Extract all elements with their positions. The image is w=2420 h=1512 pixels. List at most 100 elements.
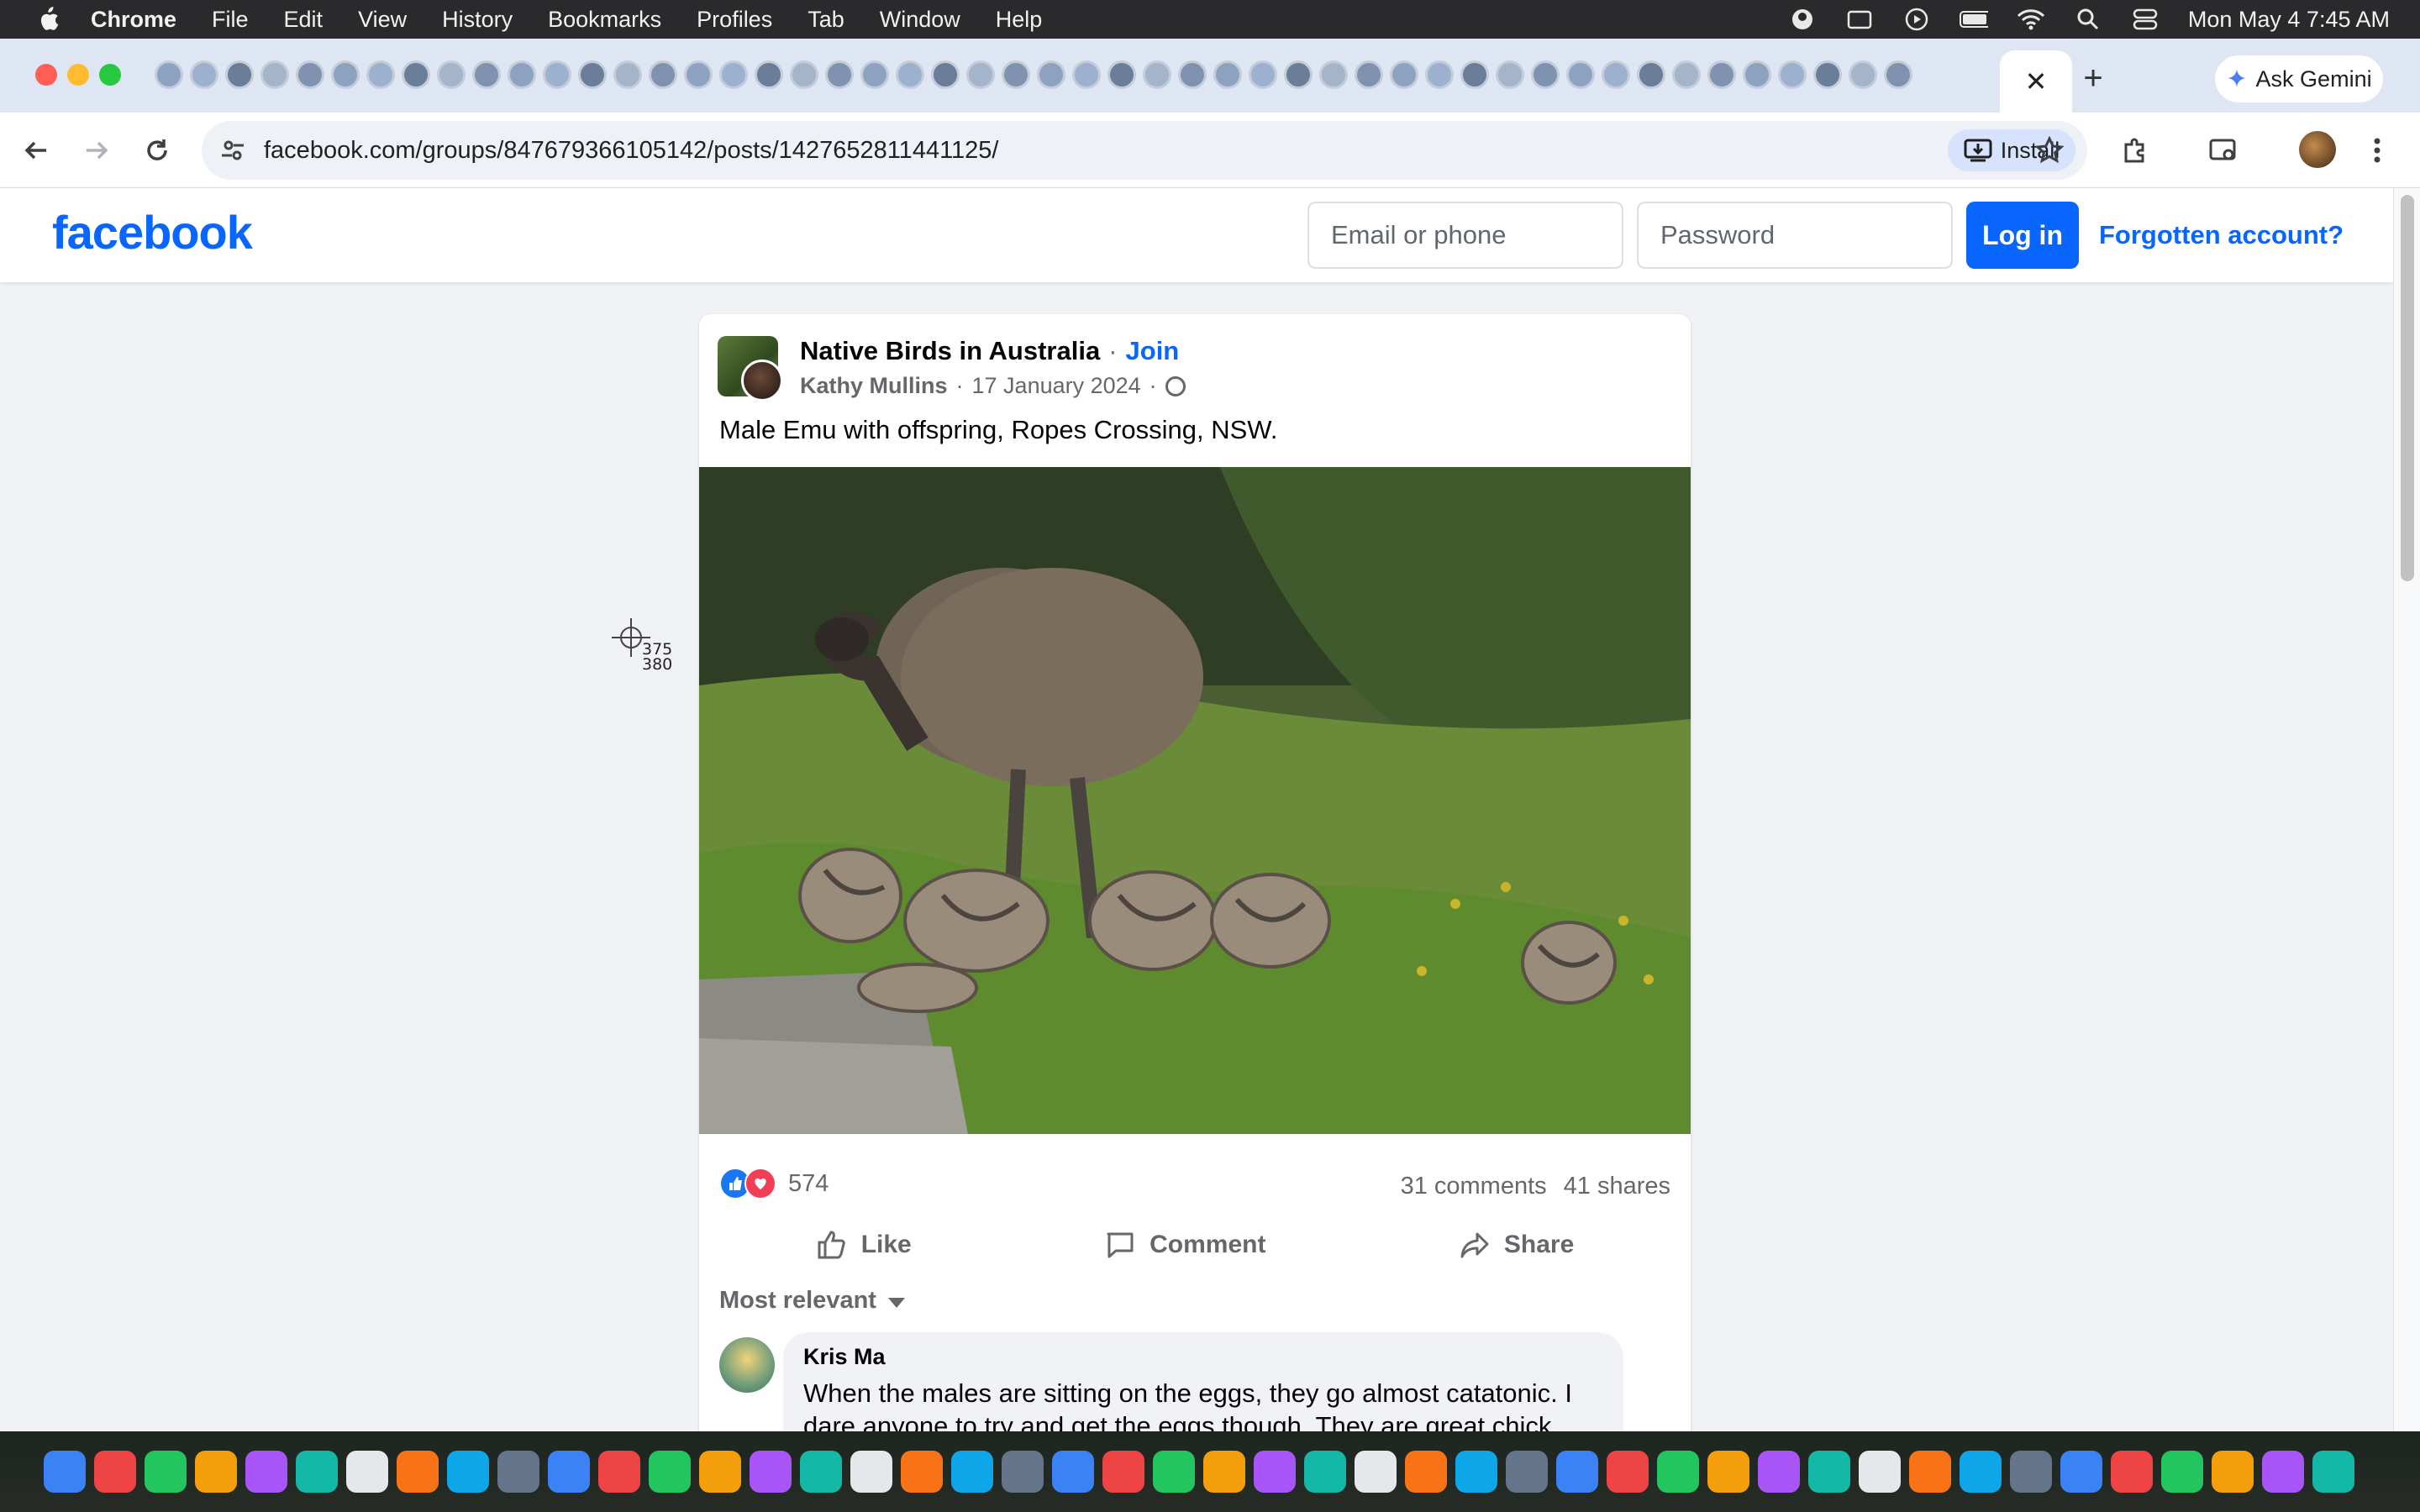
pinned-tab-favicon[interactable] xyxy=(1249,60,1277,89)
dock-app-icon[interactable] xyxy=(1355,1451,1397,1493)
dock-app-icon[interactable] xyxy=(2111,1451,2153,1493)
pinned-tab-favicon[interactable] xyxy=(613,60,642,89)
dock-app-icon[interactable] xyxy=(951,1451,993,1493)
user-status-icon[interactable] xyxy=(1788,8,1817,30)
dock-app-icon[interactable] xyxy=(1506,1451,1548,1493)
comment-sort-dropdown[interactable]: Most relevant xyxy=(719,1287,905,1315)
menu-view[interactable]: View xyxy=(358,7,407,33)
dock-app-icon[interactable] xyxy=(1254,1451,1296,1493)
bookmark-star-icon[interactable] xyxy=(2027,128,2072,173)
pinned-tab-favicon[interactable] xyxy=(1037,60,1065,89)
author-avatar[interactable] xyxy=(741,360,783,402)
dock-app-icon[interactable] xyxy=(2060,1451,2102,1493)
pinned-tab-favicon[interactable] xyxy=(1778,60,1807,89)
share-button[interactable]: Share xyxy=(1459,1229,1574,1261)
spotlight-search-icon[interactable] xyxy=(2074,8,2102,30)
pinned-tab-favicon[interactable] xyxy=(719,60,748,89)
pinned-tab-favicon[interactable] xyxy=(578,60,607,89)
pinned-tab-favicon[interactable] xyxy=(1813,60,1842,89)
back-arrow-icon[interactable] xyxy=(13,128,59,173)
pinned-tab-favicon[interactable] xyxy=(1460,60,1489,89)
scrollbar-thumb[interactable] xyxy=(2401,195,2414,581)
dock-app-icon[interactable] xyxy=(1052,1451,1094,1493)
dock-app-icon[interactable] xyxy=(2212,1451,2254,1493)
post-photo[interactable] xyxy=(699,467,1691,1134)
pinned-tab-favicon[interactable] xyxy=(155,60,183,89)
login-button[interactable]: Log in xyxy=(1966,202,2079,269)
dock-app-icon[interactable] xyxy=(2262,1451,2304,1493)
pinned-tab-favicon[interactable] xyxy=(402,60,430,89)
dock-app-icon[interactable] xyxy=(1960,1451,2002,1493)
commenter-avatar[interactable] xyxy=(719,1337,775,1393)
calendar-status-icon[interactable] xyxy=(1845,8,1874,30)
menu-history[interactable]: History xyxy=(442,7,513,33)
dock-app-icon[interactable] xyxy=(2010,1451,2052,1493)
dock-app-icon[interactable] xyxy=(94,1451,136,1493)
menu-file[interactable]: File xyxy=(212,7,249,33)
more-menu-icon[interactable] xyxy=(2354,128,2400,173)
pinned-tab-favicon[interactable] xyxy=(331,60,360,89)
page-scrollbar[interactable] xyxy=(2393,188,2420,1431)
pinned-tab-favicon[interactable] xyxy=(896,60,924,89)
dock-app-icon[interactable] xyxy=(497,1451,539,1493)
wifi-icon[interactable] xyxy=(2017,8,2045,30)
pinned-tab-favicon[interactable] xyxy=(366,60,395,89)
pinned-tab-favicon[interactable] xyxy=(260,60,289,89)
dock-app-icon[interactable] xyxy=(649,1451,691,1493)
dock-app-icon[interactable] xyxy=(245,1451,287,1493)
apple-menu-icon[interactable] xyxy=(34,5,62,34)
dock-app-icon[interactable] xyxy=(548,1451,590,1493)
address-bar[interactable]: facebook.com/groups/847679366105142/post… xyxy=(202,121,2087,180)
pinned-tab-favicon[interactable] xyxy=(1602,60,1630,89)
pinned-tab-favicon[interactable] xyxy=(755,60,783,89)
dock-app-icon[interactable] xyxy=(1758,1451,1800,1493)
group-name-link[interactable]: Native Birds in Australia xyxy=(800,336,1100,366)
dock-app-icon[interactable] xyxy=(397,1451,439,1493)
url-text[interactable]: facebook.com/groups/847679366105142/post… xyxy=(264,137,999,165)
reload-icon[interactable] xyxy=(134,128,180,173)
pinned-tab-favicon[interactable] xyxy=(1072,60,1101,89)
menu-help[interactable]: Help xyxy=(996,7,1043,33)
pinned-tab-favicon[interactable] xyxy=(1284,60,1313,89)
pinned-tab-favicon[interactable] xyxy=(1849,60,1877,89)
dock-app-icon[interactable] xyxy=(2312,1451,2354,1493)
pinned-tab-favicon[interactable] xyxy=(1107,60,1136,89)
pinned-tab-favicon[interactable] xyxy=(790,60,818,89)
forgotten-account-link[interactable]: Forgotten account? xyxy=(2099,220,2344,250)
close-tab-icon[interactable]: ✕ xyxy=(2025,66,2048,97)
pinned-tab-favicon[interactable] xyxy=(1496,60,1524,89)
control-center-icon[interactable] xyxy=(2131,8,2160,30)
comments-count-link[interactable]: 31 comments xyxy=(1401,1173,1547,1200)
pinned-tab-favicon[interactable] xyxy=(966,60,995,89)
pinned-tab-favicon[interactable] xyxy=(860,60,889,89)
pinned-tab-favicon[interactable] xyxy=(472,60,501,89)
menu-window[interactable]: Window xyxy=(880,7,960,33)
pinned-tab-favicon[interactable] xyxy=(931,60,960,89)
dock-app-icon[interactable] xyxy=(1808,1451,1850,1493)
pinned-tab-favicon[interactable] xyxy=(649,60,677,89)
shares-count-link[interactable]: 41 shares xyxy=(1564,1173,1670,1200)
forward-arrow-icon[interactable] xyxy=(74,128,119,173)
pinned-tab-favicon[interactable] xyxy=(543,60,571,89)
pinned-tab-favicon[interactable] xyxy=(225,60,254,89)
commenter-name-link[interactable]: Kris Ma xyxy=(803,1344,1603,1370)
play-status-icon[interactable] xyxy=(1902,8,1931,31)
pinned-tab-favicon[interactable] xyxy=(190,60,218,89)
reactions-summary[interactable]: 574 xyxy=(719,1168,829,1200)
pinned-tab-favicon[interactable] xyxy=(1213,60,1242,89)
dock-app-icon[interactable] xyxy=(800,1451,842,1493)
new-tab-button[interactable]: + xyxy=(2072,57,2114,99)
dock-app-icon[interactable] xyxy=(1607,1451,1649,1493)
pinned-tab-favicon[interactable] xyxy=(1707,60,1736,89)
facebook-logo[interactable]: facebook xyxy=(52,205,253,260)
dock-app-icon[interactable] xyxy=(2161,1451,2203,1493)
password-field[interactable] xyxy=(1637,202,1953,269)
pinned-tab-favicon[interactable] xyxy=(1531,60,1560,89)
tab-search-icon[interactable] xyxy=(2202,128,2247,173)
dock-app-icon[interactable] xyxy=(195,1451,237,1493)
pinned-tab-favicon[interactable] xyxy=(1143,60,1171,89)
pinned-tab-favicon[interactable] xyxy=(1425,60,1454,89)
menu-app-name[interactable]: Chrome xyxy=(91,7,176,33)
zoom-window-button[interactable] xyxy=(99,64,121,86)
pinned-tab-favicon[interactable] xyxy=(1566,60,1595,89)
